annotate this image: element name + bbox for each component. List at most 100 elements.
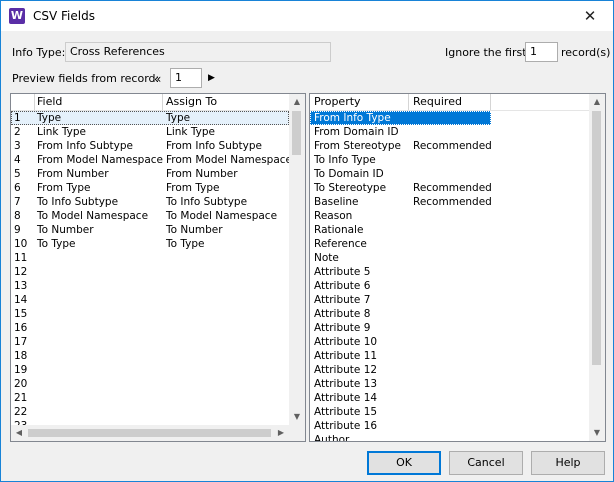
scroll-thumb[interactable] (292, 111, 301, 155)
list-item[interactable]: From Stereotype Recommended (310, 139, 589, 153)
field-column-header[interactable]: Field (37, 94, 62, 109)
table-row[interactable]: 14 (11, 293, 289, 307)
property-cell: To Info Type (314, 154, 376, 166)
table-row[interactable]: 9 To Number To Number (11, 223, 289, 237)
property-cell: Attribute 8 (314, 308, 371, 320)
table-row[interactable]: 17 (11, 335, 289, 349)
scroll-up-icon[interactable]: ▲ (589, 94, 605, 110)
fields-vertical-scrollbar[interactable]: ▲ ▼ (289, 94, 305, 425)
assign-to-column-header[interactable]: Assign To (166, 94, 217, 109)
fields-list[interactable]: Field Assign To 1 Type Type 2 Link Type Link … (10, 93, 306, 442)
table-row[interactable]: 6 From Type From Type (11, 181, 289, 195)
table-row[interactable]: 11 (11, 251, 289, 265)
row-number: 17 (14, 336, 28, 348)
property-list-header: Property Required (310, 94, 589, 111)
table-row[interactable]: 18 (11, 349, 289, 363)
scroll-thumb[interactable] (592, 111, 601, 365)
row-number: 21 (14, 392, 28, 404)
assign-to-cell: From Model Namespace (166, 154, 292, 166)
info-type-field: Cross References (65, 42, 331, 62)
scroll-right-icon[interactable]: ▶ (273, 425, 289, 441)
list-item[interactable]: Reference (310, 237, 589, 251)
row-number: 5 (14, 168, 21, 180)
assign-to-cell: Link Type (166, 126, 215, 138)
table-row[interactable]: 16 (11, 321, 289, 335)
app-icon: W (9, 8, 25, 24)
list-item[interactable]: Attribute 7 (310, 293, 589, 307)
list-item[interactable]: Attribute 6 (310, 279, 589, 293)
column-divider (34, 94, 35, 110)
fields-horizontal-scrollbar[interactable]: ◀ ▶ (11, 425, 289, 441)
field-cell: From Model Namespace (37, 154, 163, 166)
row-number: 15 (14, 308, 28, 320)
property-cell: Attribute 7 (314, 294, 371, 306)
table-row[interactable]: 4 From Model Namespace From Model Namespac… (11, 153, 292, 167)
assign-to-cell: To Model Namespace (166, 210, 278, 222)
table-row[interactable]: 20 (11, 377, 289, 391)
table-row[interactable]: 22 (11, 405, 289, 419)
list-item[interactable]: Baseline Recommended (310, 195, 589, 209)
table-row[interactable]: 5 From Number From Number (11, 167, 289, 181)
list-item[interactable]: Attribute 12 (310, 363, 589, 377)
table-row[interactable]: 7 To Info Subtype To Info Subtype (11, 195, 289, 209)
close-icon[interactable]: ✕ (567, 1, 613, 31)
property-cell: Note (314, 252, 339, 264)
table-row[interactable]: 19 (11, 363, 289, 377)
scroll-thumb[interactable] (28, 429, 271, 437)
table-row[interactable]: 15 (11, 307, 289, 321)
required-cell: Recommended (413, 182, 492, 194)
table-row[interactable]: 10 To Type To Type (11, 237, 289, 251)
next-record-icon[interactable]: ▶ (208, 73, 215, 83)
assign-to-cell: To Number (166, 224, 223, 236)
list-item[interactable]: Attribute 10 (310, 335, 589, 349)
list-item[interactable]: From Domain ID (310, 125, 589, 139)
list-item[interactable]: From Info Type (310, 111, 589, 125)
cancel-button[interactable]: Cancel (449, 451, 523, 475)
list-item[interactable]: Author (310, 433, 589, 442)
list-item[interactable]: Attribute 8 (310, 307, 589, 321)
row-number: 14 (14, 294, 28, 306)
list-item[interactable]: Attribute 13 (310, 377, 589, 391)
preview-label: Preview fields from record: (12, 72, 160, 85)
list-item[interactable]: To Stereotype Recommended (310, 181, 589, 195)
info-type-label: Info Type: (12, 46, 66, 59)
row-number: 22 (14, 406, 28, 418)
table-row[interactable]: 8 To Model Namespace To Model Namespace (11, 209, 289, 223)
scroll-left-icon[interactable]: ◀ (11, 425, 27, 441)
ignore-count-input[interactable]: 1 (525, 42, 558, 62)
table-row[interactable]: 13 (11, 279, 289, 293)
list-item[interactable]: Attribute 15 (310, 405, 589, 419)
list-item[interactable]: Attribute 5 (310, 265, 589, 279)
preview-record-input[interactable]: 1 (170, 68, 202, 88)
property-list[interactable]: Property Required From Info Type From Dom… (309, 93, 606, 442)
table-row[interactable]: 3 From Info Subtype From Info Subtype (11, 139, 289, 153)
property-cell: To Stereotype (314, 182, 387, 194)
table-row[interactable]: 12 (11, 265, 289, 279)
required-column-header[interactable]: Required (413, 94, 462, 109)
property-cell: Rationale (314, 224, 364, 236)
previous-record-icon[interactable]: « (154, 72, 161, 86)
ok-button[interactable]: OK (367, 451, 441, 475)
property-cell: Author (314, 434, 350, 442)
property-cell: Attribute 14 (314, 392, 378, 404)
scroll-up-icon[interactable]: ▲ (289, 94, 305, 110)
property-cell: Baseline (314, 196, 359, 208)
property-vertical-scrollbar[interactable]: ▲ ▼ (589, 94, 605, 441)
table-row[interactable]: 21 (11, 391, 289, 405)
list-item[interactable]: Reason (310, 209, 589, 223)
row-number: 3 (14, 140, 21, 152)
list-item[interactable]: Attribute 16 (310, 419, 589, 433)
list-item[interactable]: Note (310, 251, 589, 265)
table-row[interactable]: 2 Link Type Link Type (11, 125, 289, 139)
list-item[interactable]: To Domain ID (310, 167, 589, 181)
help-button[interactable]: Help (531, 451, 605, 475)
list-item[interactable]: Rationale (310, 223, 589, 237)
list-item[interactable]: To Info Type (310, 153, 589, 167)
property-column-header[interactable]: Property (314, 94, 361, 109)
list-item[interactable]: Attribute 14 (310, 391, 589, 405)
scroll-down-icon[interactable]: ▼ (589, 425, 605, 441)
list-item[interactable]: Attribute 9 (310, 321, 589, 335)
list-item[interactable]: Attribute 11 (310, 349, 589, 363)
scroll-down-icon[interactable]: ▼ (289, 409, 305, 425)
table-row[interactable]: 1 Type Type (11, 111, 289, 125)
